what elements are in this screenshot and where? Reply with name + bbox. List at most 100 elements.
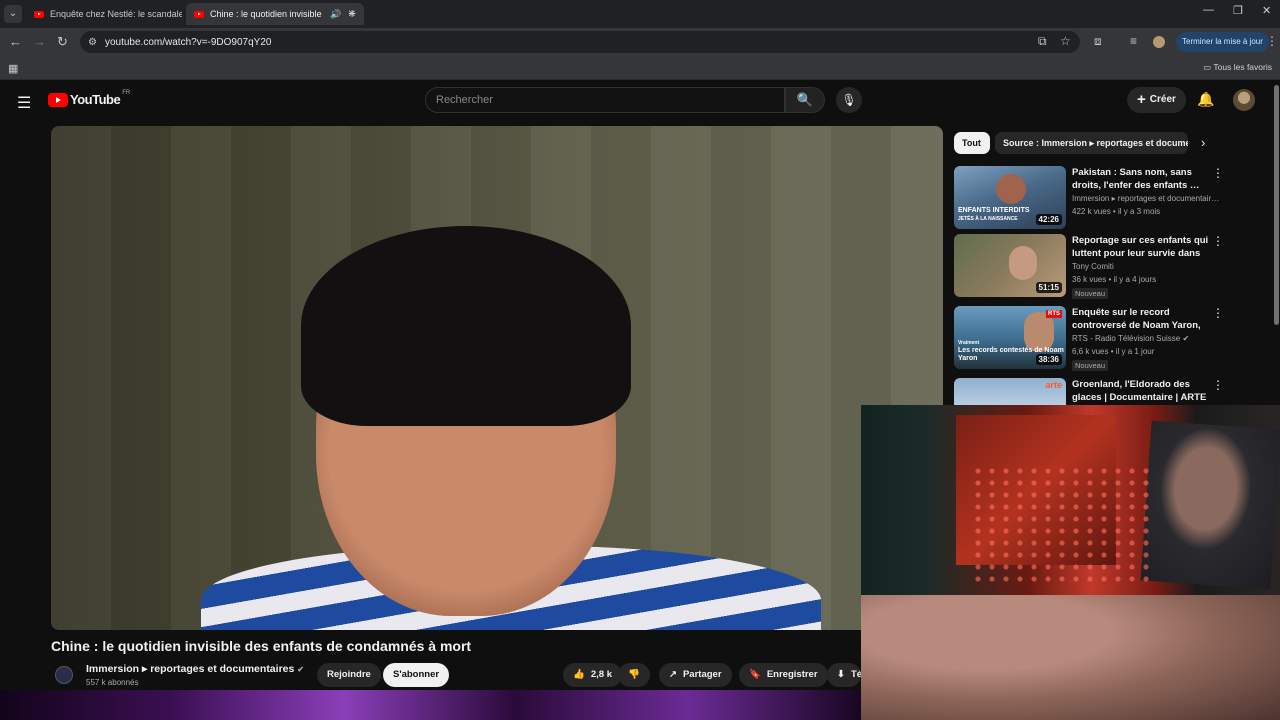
recommendation-thumbnail[interactable]: arte — [954, 378, 1066, 405]
more-options-icon[interactable]: ⋮ — [1212, 166, 1224, 180]
webcam-string-lights — [971, 465, 1151, 585]
thumbs-up-icon: 👍 — [573, 669, 585, 680]
channel-avatar[interactable] — [55, 666, 73, 684]
maximize-icon[interactable]: ❐ — [1233, 4, 1243, 17]
youtube-header: ☰ YouTube FR Rechercher 🔍 🎙 + Créer 🔔 — [0, 81, 1280, 119]
bookmark-star-icon[interactable]: ☆ — [1060, 34, 1071, 48]
download-label: Té — [850, 669, 861, 680]
profile-avatar-icon[interactable] — [1153, 36, 1165, 48]
forward-icon[interactable]: → — [33, 34, 46, 49]
channel-name-text: Immersion ▸ reportages et documentaires — [86, 663, 295, 675]
chevron-right-icon[interactable]: › — [1201, 135, 1205, 150]
share-button[interactable]: ↗ Partager — [659, 663, 732, 687]
page-scrollbar[interactable] — [1274, 85, 1279, 325]
new-badge: Nouveau — [1072, 288, 1109, 299]
youtube-favicon-icon — [194, 10, 204, 18]
more-options-icon[interactable]: ⋮ — [1212, 378, 1224, 392]
recommendation-thumbnail[interactable]: RTS Vraiment Les records contestés de Noa… — [954, 306, 1066, 369]
search-icon: 🔍 — [796, 92, 814, 107]
download-button[interactable]: ⬇ Té — [827, 663, 861, 687]
notifications-bell-icon[interactable]: 🔔 — [1197, 91, 1214, 108]
bookmark-icon: 🔖 — [749, 669, 761, 680]
apps-grid-icon[interactable]: ▦ — [8, 62, 18, 75]
browser-tab-nestle[interactable]: Enquête chez Nestlé: le scandale ✕ — [26, 3, 204, 25]
address-bar[interactable]: ⚙ youtube.com/watch?v=-9DO907qY20 — [80, 31, 1080, 53]
join-button[interactable]: Rejoindre — [317, 663, 381, 687]
tab-search-icon[interactable]: ⌄ — [4, 5, 22, 23]
save-label: Enregistrer — [766, 669, 818, 680]
menu-icon[interactable]: ☰ — [17, 93, 31, 113]
verified-icon: ✔ — [1182, 334, 1190, 343]
back-icon[interactable]: ← — [9, 34, 22, 49]
share-label: Partager — [682, 669, 722, 680]
chip-all[interactable]: Tout — [954, 132, 990, 154]
recommendation-title[interactable]: Pakistan : Sans nom, sans droits, l'enfe… — [1072, 166, 1210, 192]
webcam-overlay — [861, 405, 1280, 720]
thumbnail-caption: ENFANTS INTERDITS JETÉS À LA NAISSANCE — [958, 207, 1030, 222]
webcam-portrait — [1140, 420, 1280, 590]
account-avatar[interactable] — [1233, 89, 1255, 111]
recommendation-channel[interactable]: Tony Comiti — [1072, 262, 1224, 271]
recommendation-thumbnail[interactable]: 51:15 — [954, 234, 1066, 297]
subscribe-button[interactable]: S'abonner — [383, 663, 450, 687]
site-info-icon[interactable]: ⚙ — [88, 37, 97, 48]
recommendation-item[interactable]: 51:15 Reportage sur ces enfants qui lutt… — [954, 234, 1224, 299]
browser-tab-chine[interactable]: Chine : le quotidien invisible 🔊 ✕ — [186, 3, 364, 25]
youtube-play-icon — [48, 92, 68, 107]
video-frame-hair — [301, 226, 631, 426]
reading-list-icon[interactable]: ≡ — [1130, 34, 1137, 48]
arte-logo: arte — [1045, 380, 1062, 390]
extensions-icon[interactable]: ⧈ — [1094, 34, 1102, 49]
recommendation-thumbnail[interactable]: ENFANTS INTERDITS JETÉS À LA NAISSANCE 42… — [954, 166, 1066, 229]
video-duration: 38:36 — [1035, 354, 1062, 365]
recommendation-item[interactable]: ENFANTS INTERDITS JETÉS À LA NAISSANCE 42… — [954, 166, 1224, 230]
recommendation-channel[interactable]: RTS - Radio Télévision Suisse ✔ — [1072, 334, 1224, 343]
recommendation-item[interactable]: RTS Vraiment Les records contestés de Noa… — [954, 306, 1224, 371]
webcam-sofa — [861, 595, 1280, 720]
thumb-face — [996, 174, 1026, 204]
recommendation-channel[interactable]: Immersion ▸ reportages et documentair… — [1072, 194, 1224, 203]
search-button[interactable]: 🔍 — [785, 87, 825, 113]
description-area-background — [0, 690, 860, 720]
more-options-icon[interactable]: ⋮ — [1212, 306, 1224, 320]
update-button[interactable]: Terminer la mise à jour — [1176, 32, 1269, 52]
minimize-icon[interactable]: — — [1203, 4, 1214, 16]
audio-playing-icon[interactable]: 🔊 — [330, 9, 341, 20]
recommendation-title[interactable]: Groenland, l'Eldorado des glaces | Docum… — [1072, 378, 1210, 404]
tab-title: Chine : le quotidien invisible — [210, 9, 322, 19]
tab-title: Enquête chez Nestlé: le scandale — [50, 9, 182, 19]
create-button[interactable]: + Créer — [1127, 87, 1186, 113]
thumb-face — [1009, 246, 1037, 280]
reload-icon[interactable]: ↻ — [57, 34, 68, 50]
install-app-icon[interactable]: ⧉ — [1038, 34, 1047, 49]
chip-source[interactable]: Source : Immersion ▸ reportages et docum… — [995, 132, 1188, 154]
all-bookmarks[interactable]: ▭ Tous les favoris — [1203, 62, 1272, 73]
download-icon: ⬇ — [837, 669, 845, 680]
thumbs-down-icon: 👎 — [628, 669, 640, 680]
rts-logo: RTS — [1046, 310, 1062, 318]
voice-search-button[interactable]: 🎙 — [836, 87, 862, 113]
share-icon: ↗ — [669, 669, 677, 680]
all-bookmarks-label: Tous les favoris — [1213, 62, 1272, 72]
search-input[interactable]: Rechercher — [425, 87, 785, 113]
save-button[interactable]: 🔖 Enregistrer — [739, 663, 828, 687]
mic-icon: 🎙 — [841, 93, 857, 107]
more-options-icon[interactable]: ⋮ — [1212, 234, 1224, 248]
like-button[interactable]: 👍 2,8 k — [563, 663, 622, 687]
more-menu-icon[interactable]: ⋮ — [1266, 34, 1278, 48]
new-tab-icon[interactable]: + — [348, 5, 356, 21]
video-duration: 42:26 — [1035, 214, 1062, 225]
channel-text: RTS - Radio Télévision Suisse — [1072, 334, 1181, 343]
youtube-logo[interactable]: YouTube FR — [48, 90, 130, 107]
recommendation-title[interactable]: Reportage sur ces enfants qui luttent po… — [1072, 234, 1210, 260]
close-window-icon[interactable]: ✕ — [1262, 4, 1271, 17]
recommendation-meta: 6,6 k vues • il y a 1 jour — [1072, 347, 1155, 356]
recommendation-item[interactable]: arte Groenland, l'Eldorado des glaces | … — [954, 378, 1224, 405]
video-player[interactable] — [51, 126, 943, 630]
channel-name[interactable]: Immersion ▸ reportages et documentaires … — [86, 663, 304, 675]
url-text: youtube.com/watch?v=-9DO907qY20 — [104, 36, 272, 48]
like-count: 2,8 k — [590, 669, 612, 680]
recommendation-title[interactable]: Enquête sur le record controversé de Noa… — [1072, 306, 1210, 332]
folder-icon: ▭ — [1203, 62, 1214, 72]
dislike-button[interactable]: 👎 — [618, 663, 650, 687]
